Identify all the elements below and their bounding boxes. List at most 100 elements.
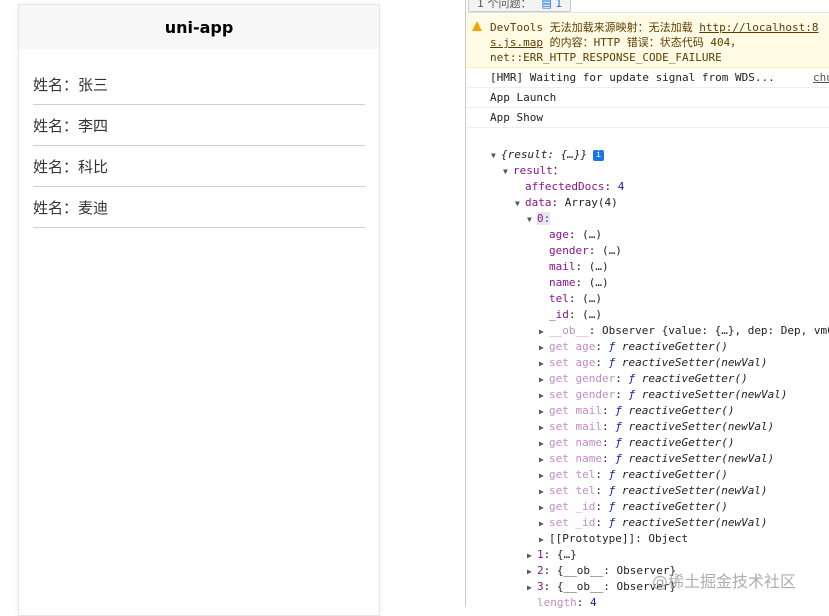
tree-node-text: set tel: [549, 484, 596, 497]
tree-node[interactable]: ▶ get name: ƒ reactiveGetter(): [539, 435, 734, 451]
watermark: @稀土掘金技术社区: [652, 572, 797, 591]
list-item[interactable]: 姓名：麦迪: [33, 187, 365, 228]
tree-node[interactable]: ▼ result：: [503, 163, 564, 179]
tree-node-text: :: [601, 436, 616, 449]
console-message: [HMR] Waiting for update signal from WDS…: [466, 68, 829, 88]
tree-node: tel: (…): [539, 291, 602, 307]
tree-node[interactable]: ▶ set _id: ƒ reactiveSetter(newVal): [539, 515, 768, 531]
tree-node[interactable]: ▼ 0:: [527, 211, 551, 228]
tree-node-text: :: [595, 356, 609, 369]
info-icon[interactable]: i: [593, 149, 605, 161]
tree-node-text: mail: [549, 260, 576, 273]
message-text: App Launch: [490, 91, 557, 104]
expand-right-icon[interactable]: ▶: [539, 484, 549, 500]
tree-node-text: :: [595, 516, 609, 529]
tree-node-text: set gender: [549, 388, 616, 401]
expand-right-icon[interactable]: ▶: [539, 356, 549, 372]
message-source-link[interactable]: chu: [813, 68, 829, 87]
tree-node[interactable]: ▼ {result: {…}} i: [491, 147, 605, 164]
source-map-file-link[interactable]: s.js.map: [490, 36, 543, 49]
issues-count-value: 1: [555, 0, 563, 10]
issues-label: 1 个问题：: [477, 0, 532, 10]
expand-right-icon[interactable]: ▶: [539, 388, 549, 404]
tree-node-text: 2: [537, 564, 544, 577]
tree-node-text: : (…): [568, 228, 602, 241]
tree-node: length: 4: [527, 595, 597, 611]
tree-node-text: ƒ: [615, 436, 629, 449]
list-item[interactable]: 姓名：张三: [33, 64, 365, 105]
expand-right-icon[interactable]: ▶: [539, 340, 549, 356]
tree-node-text: get _id: [549, 500, 596, 513]
tree-node-text: : (…): [568, 308, 602, 321]
tree-node-text: :: [615, 372, 629, 385]
tree-node-text: :: [615, 388, 629, 401]
expand-down-icon[interactable]: ▼: [491, 148, 501, 164]
warning-error-code: net::ERR_HTTP_RESPONSE_CODE_FAILURE: [490, 51, 722, 64]
tree-node[interactable]: ▶ set tel: ƒ reactiveSetter(newVal): [539, 483, 768, 499]
tree-node-text: set name: [549, 452, 602, 465]
expand-right-icon[interactable]: ▶: [539, 500, 549, 516]
tree-node-text: ƒ: [608, 500, 622, 513]
message-icon: ▤: [541, 0, 552, 10]
expand-right-icon[interactable]: ▶: [527, 548, 537, 564]
expand-right-icon[interactable]: ▶: [539, 436, 549, 452]
tree-node-text: ƒ: [608, 340, 622, 353]
tree-node[interactable]: ▶ get gender: ƒ reactiveGetter(): [539, 371, 748, 387]
expand-right-icon[interactable]: ▶: [539, 404, 549, 420]
tree-node-text: :: [595, 500, 609, 513]
tree-node-text: data: [525, 196, 552, 209]
expand-down-icon[interactable]: ▼: [515, 196, 525, 212]
warning-message: DevTools 无法加载来源映射：无法加载 http://localhost:…: [466, 14, 829, 68]
tree-node-text: reactiveSetter(newVal): [621, 484, 768, 497]
tree-node-text: __ob__: [549, 324, 589, 337]
tree-node-text: : Array(4): [551, 196, 618, 209]
expand-right-icon[interactable]: ▶: [539, 324, 549, 340]
expand-right-icon[interactable]: ▶: [539, 532, 549, 548]
expand-right-icon[interactable]: ▶: [539, 516, 549, 532]
tree-node-text: result: [513, 164, 553, 177]
tree-node-text: ƒ: [615, 420, 629, 433]
tree-node-text: ƒ: [615, 452, 629, 465]
tree-node-text: age: [549, 228, 569, 241]
expand-right-icon[interactable]: ▶: [527, 580, 537, 596]
expand-right-icon[interactable]: ▶: [539, 468, 549, 484]
expand-down-icon[interactable]: ▼: [503, 164, 513, 180]
tree-node-text: :: [601, 420, 616, 433]
tree-node[interactable]: ▶ __ob__: Observer {value: {…}, dep: Dep,…: [539, 323, 829, 339]
tree-node-text: reactiveSetter(newVal): [628, 452, 775, 465]
name-list: 姓名：张三 姓名：李四 姓名：科比 姓名：麦迪: [19, 49, 379, 228]
expand-right-icon[interactable]: ▶: [539, 372, 549, 388]
tree-node-text: : Observer {value: {…}, dep: Dep, vmC: [588, 324, 829, 337]
tree-node[interactable]: ▶ get age: ƒ reactiveGetter(): [539, 339, 728, 355]
list-item[interactable]: 姓名：李四: [33, 105, 365, 146]
phone-simulator: uni-app 姓名：张三 姓名：李四 姓名：科比 姓名：麦迪: [18, 4, 380, 616]
tree-node[interactable]: ▶ get mail: ƒ reactiveGetter(): [539, 403, 734, 419]
tree-node[interactable]: ▶ set mail: ƒ reactiveSetter(newVal): [539, 419, 774, 435]
tree-node-text: get tel: [549, 468, 596, 481]
tree-node-text: gender: [549, 244, 589, 257]
tree-node[interactable]: ▶ get _id: ƒ reactiveGetter(): [539, 499, 728, 515]
tree-node[interactable]: ▶ set name: ƒ reactiveSetter(newVal): [539, 451, 774, 467]
tree-node: name: (…): [539, 275, 609, 291]
tree-node-text: ：: [552, 164, 564, 177]
tree-node[interactable]: ▶ 1: {…}: [527, 547, 577, 563]
tree-node-text: reactiveGetter(): [628, 404, 735, 417]
tree-node[interactable]: ▶ [[Prototype]]: Object: [539, 531, 688, 547]
tree-node-text: :: [595, 340, 609, 353]
expand-right-icon[interactable]: ▶: [539, 452, 549, 468]
expand-right-icon[interactable]: ▶: [527, 564, 537, 580]
tree-node[interactable]: ▶ set gender: ƒ reactiveSetter(newVal): [539, 387, 787, 403]
source-map-link[interactable]: http://localhost:8: [699, 21, 818, 34]
expand-right-icon[interactable]: ▶: [539, 420, 549, 436]
tree-node[interactable]: ▶ set age: ƒ reactiveSetter(newVal): [539, 355, 768, 371]
expand-down-icon[interactable]: ▼: [527, 212, 537, 228]
tree-node-text: reactiveGetter(): [641, 372, 748, 385]
tree-node-text: reactiveSetter(newVal): [621, 516, 768, 529]
tree-node[interactable]: ▶ get tel: ƒ reactiveGetter(): [539, 467, 728, 483]
list-item[interactable]: 姓名：科比: [33, 146, 365, 187]
tree-node-text: ƒ: [615, 404, 629, 417]
nav-bar-title: uni-app: [19, 5, 379, 49]
tree-node[interactable]: ▼ data: Array(4): [515, 195, 618, 211]
issues-button[interactable]: 1 个问题： ▤ 1: [468, 0, 572, 12]
tree-node-text: ƒ: [628, 372, 642, 385]
